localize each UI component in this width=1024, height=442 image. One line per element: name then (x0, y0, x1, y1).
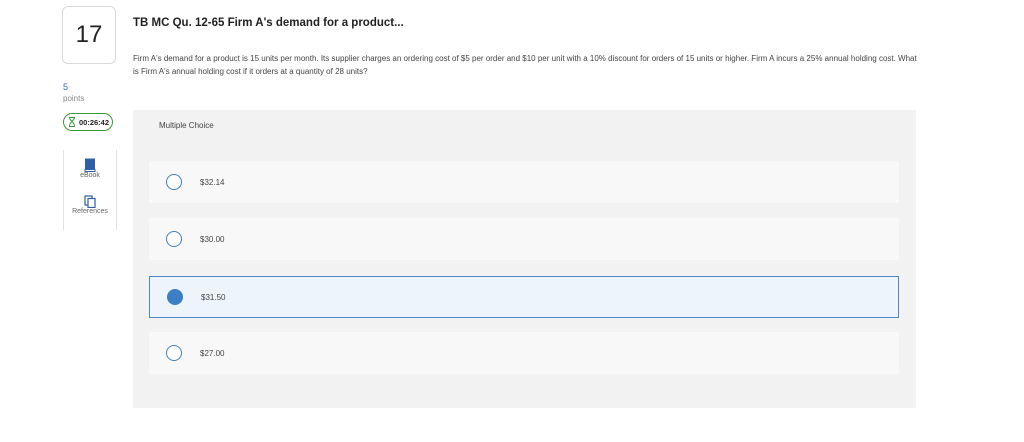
choice-label: $27.00 (200, 348, 225, 358)
question-type-label: Multiple Choice (159, 121, 214, 130)
choice-label: $30.00 (200, 234, 225, 244)
radio-button[interactable] (166, 345, 182, 361)
choice-option[interactable]: $27.00 (149, 332, 899, 374)
answer-panel: Multiple Choice $32.14 $30.00 $31.50 $27… (133, 110, 916, 408)
choice-label: $31.50 (201, 292, 226, 302)
references-button[interactable]: References (64, 195, 116, 215)
hourglass-icon (69, 117, 75, 127)
references-label: References (72, 208, 108, 215)
timer-value: 00:26:42 (79, 117, 110, 127)
ebook-label: eBook (80, 172, 100, 179)
radio-button[interactable] (166, 231, 182, 247)
points-label: points (63, 94, 85, 103)
radio-button[interactable] (166, 174, 182, 190)
choice-label: $32.14 (200, 177, 225, 187)
choice-option-selected[interactable]: $31.50 (149, 276, 899, 318)
question-number: 17 (62, 6, 116, 64)
choice-option[interactable]: $30.00 (149, 218, 899, 260)
points-value: 5 (63, 82, 69, 92)
choice-option[interactable]: $32.14 (149, 161, 899, 203)
ebook-button[interactable]: eBook (64, 158, 116, 179)
copy-icon (84, 195, 96, 208)
question-title: TB MC Qu. 12-65 Firm A's demand for a pr… (133, 17, 404, 29)
timer[interactable]: 00:26:42 (63, 113, 113, 131)
tools-panel: eBook References (63, 150, 117, 230)
book-icon (84, 158, 96, 172)
question-text: Firm A's demand for a product is 15 unit… (133, 54, 917, 76)
radio-button-selected[interactable] (167, 289, 183, 305)
